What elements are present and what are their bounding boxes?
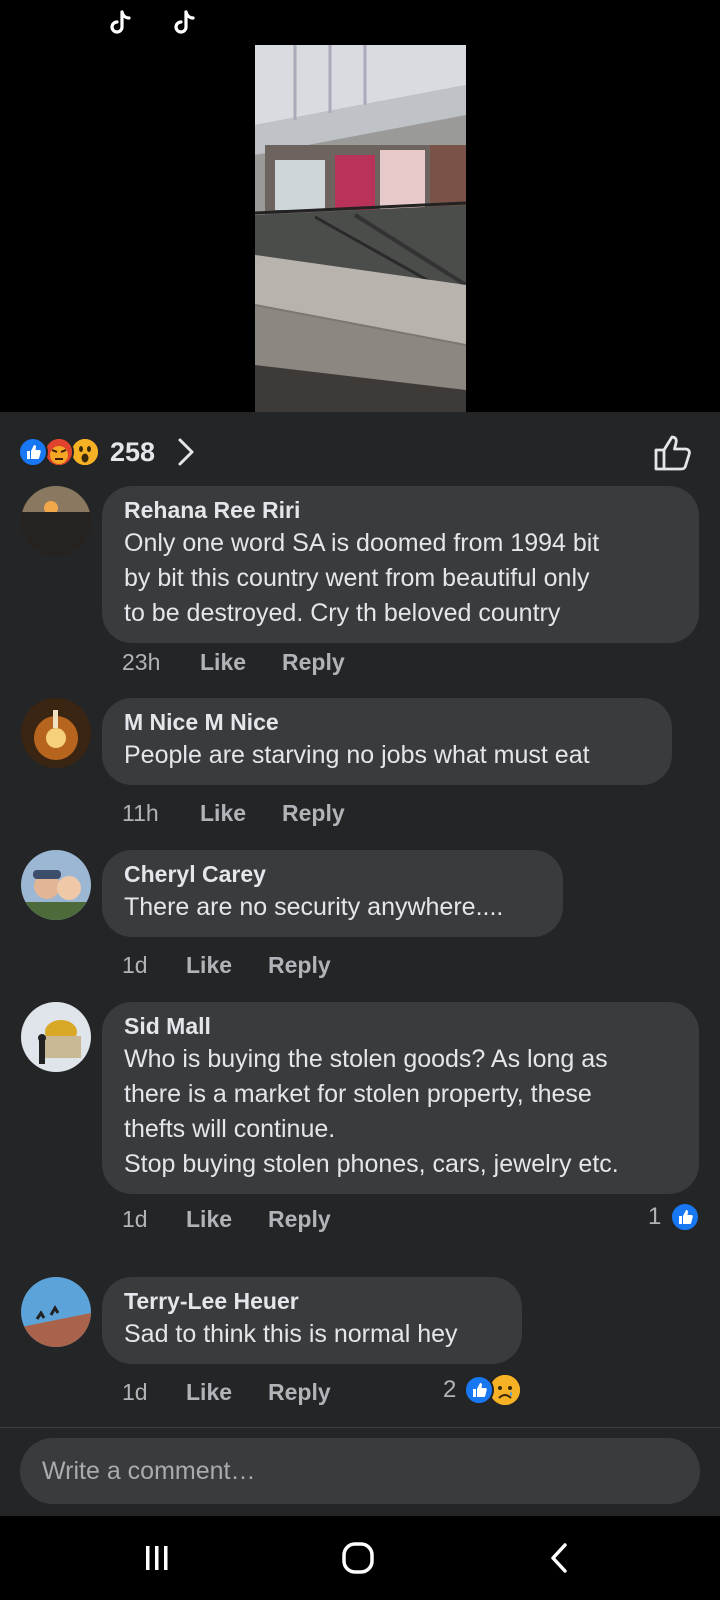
comment-text: Sad to think this is normal hey: [124, 1320, 458, 1348]
angry-icon: [44, 437, 74, 467]
reply-button[interactable]: Reply: [268, 1204, 331, 1234]
comment-text: Who is buying the stolen goods? As long …: [124, 1045, 619, 1178]
like-button[interactable]: Like: [186, 950, 232, 980]
reaction-count[interactable]: 258: [110, 437, 155, 467]
like-button[interactable]: Like: [200, 647, 246, 677]
avatar[interactable]: [21, 698, 91, 768]
like-button[interactable]: Like: [186, 1204, 232, 1234]
tiktok-logo-icon: [110, 10, 131, 34]
system-nav-bar: [0, 1516, 720, 1600]
comment-author[interactable]: Sid Mall: [124, 1012, 677, 1040]
avatar[interactable]: [21, 1002, 91, 1072]
comment-author[interactable]: Rehana Ree Riri: [124, 496, 677, 524]
like-post-button[interactable]: [652, 433, 694, 473]
tiktok-logo-icon: [174, 10, 195, 34]
sad-icon: [490, 1375, 520, 1405]
reactions-summary[interactable]: 258: [0, 412, 720, 482]
comment-reaction-count[interactable]: 1: [648, 1202, 661, 1232]
like-button[interactable]: Like: [200, 798, 246, 828]
comment-input[interactable]: [20, 1438, 700, 1504]
comment-bubble[interactable]: Rehana Ree Riri Only one word SA is doom…: [102, 486, 699, 643]
like-icon: [670, 1202, 700, 1232]
comment-bubble[interactable]: Sid Mall Who is buying the stolen goods?…: [102, 1002, 699, 1194]
like-icon: [464, 1375, 494, 1405]
comment-text: There are no security anywhere....: [124, 893, 504, 921]
comment-text: People are starving no jobs what must ea…: [124, 741, 590, 769]
video-area[interactable]: [0, 0, 720, 412]
comment-time: 23h: [122, 649, 161, 675]
comment-bubble[interactable]: Terry-Lee Heuer Sad to think this is nor…: [102, 1277, 522, 1364]
reply-button[interactable]: Reply: [282, 647, 345, 677]
reply-button[interactable]: Reply: [268, 1377, 331, 1407]
comment-reaction-count[interactable]: 2: [443, 1375, 456, 1405]
comment-time: 1d: [122, 1379, 148, 1405]
back-icon[interactable]: [541, 1538, 581, 1578]
comment-author[interactable]: Terry-Lee Heuer: [124, 1287, 500, 1315]
comment-time: 11h: [122, 800, 159, 826]
mall-scene-image: [255, 45, 466, 412]
comment-text: Only one word SA is doomed from 1994 bit…: [124, 529, 600, 627]
comment-time: 1d: [122, 952, 148, 978]
recent-apps-icon[interactable]: [137, 1538, 177, 1578]
wow-icon: [70, 437, 100, 467]
chevron-right-icon[interactable]: [174, 436, 198, 468]
like-icon: [18, 437, 48, 467]
comment-author[interactable]: Cheryl Carey: [124, 860, 541, 888]
video-thumbnail[interactable]: [255, 45, 466, 412]
avatar[interactable]: [21, 486, 91, 556]
reply-button[interactable]: Reply: [268, 950, 331, 980]
home-icon[interactable]: [338, 1538, 378, 1578]
comments-panel[interactable]: 258 Rehana Ree Riri Only one word SA is …: [0, 412, 720, 1516]
comment-time: 1d: [122, 1206, 148, 1232]
reply-button[interactable]: Reply: [282, 798, 345, 828]
comment-bubble[interactable]: Cheryl Carey There are no security anywh…: [102, 850, 563, 937]
comment-author[interactable]: M Nice M Nice: [124, 708, 650, 736]
comment-bubble[interactable]: M Nice M Nice People are starving no job…: [102, 698, 672, 785]
comment-composer: [0, 1427, 720, 1516]
avatar[interactable]: [21, 850, 91, 920]
avatar[interactable]: [21, 1277, 91, 1347]
like-button[interactable]: Like: [186, 1377, 232, 1407]
